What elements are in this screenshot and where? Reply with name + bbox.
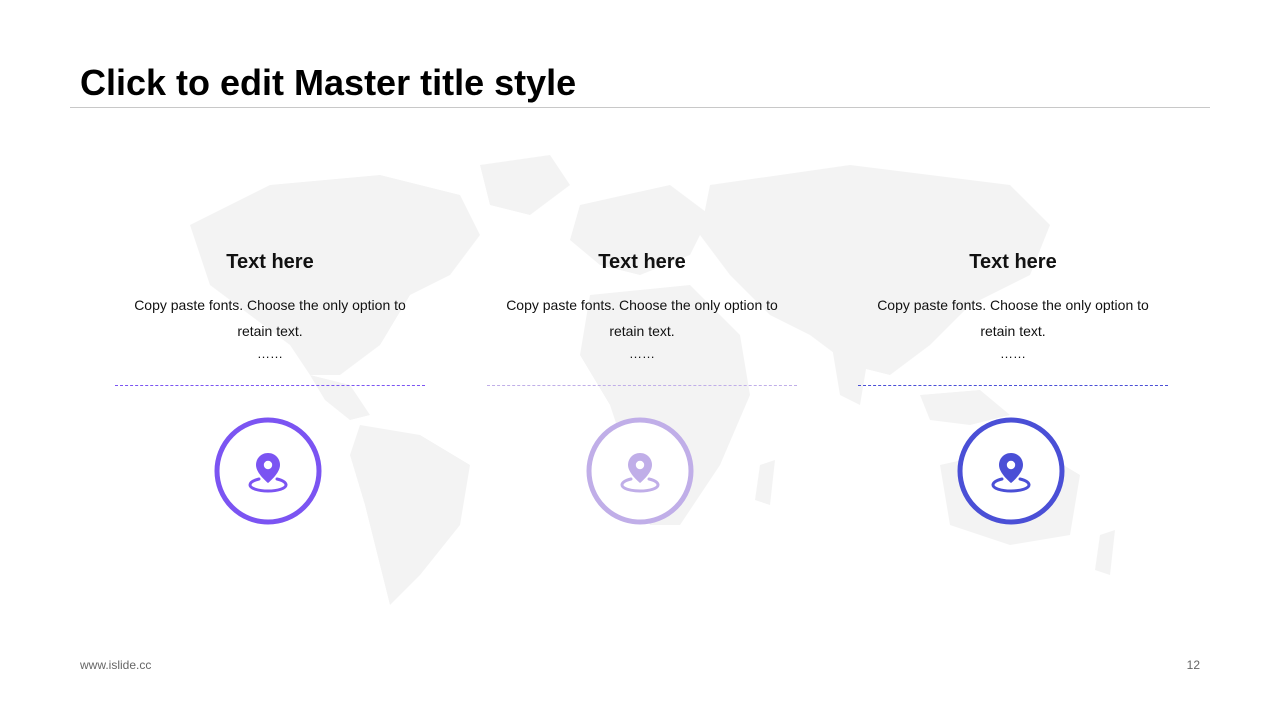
card-body-line: retain text. (980, 323, 1046, 339)
location-pin-icon (957, 417, 1065, 525)
card-body-line: Copy paste fonts. Choose the only option… (506, 297, 778, 313)
card-dashed-divider (487, 385, 797, 386)
location-pin-icon (214, 417, 322, 525)
card-body-line: retain text. (609, 323, 675, 339)
world-map-background (190, 155, 1115, 605)
card-dashed-divider (115, 385, 425, 386)
card-body-line: retain text. (237, 323, 303, 339)
card-ellipsis: …… (1000, 346, 1026, 361)
feature-card-2: Text here Copy paste fonts. Choose the o… (487, 248, 797, 525)
card-body: Copy paste fonts. Choose the only option… (115, 292, 425, 344)
card-body: Copy paste fonts. Choose the only option… (487, 292, 797, 344)
location-pin-icon (586, 417, 694, 525)
feature-card-3: Text here Copy paste fonts. Choose the o… (858, 248, 1168, 525)
card-heading: Text here (598, 251, 686, 273)
card-ellipsis: …… (257, 346, 283, 361)
feature-card-1: Text here Copy paste fonts. Choose the o… (115, 248, 425, 525)
card-body-line: Copy paste fonts. Choose the only option… (134, 297, 406, 313)
card-body: Copy paste fonts. Choose the only option… (858, 292, 1168, 344)
page-number: 12 (1186, 658, 1200, 672)
card-body-line: Copy paste fonts. Choose the only option… (877, 297, 1149, 313)
card-heading: Text here (969, 251, 1057, 273)
card-ellipsis: …… (629, 346, 655, 361)
title-divider (70, 107, 1210, 108)
slide-title: Click to edit Master title style (80, 62, 577, 103)
card-dashed-divider (858, 385, 1168, 386)
footer-website: www.islide.cc (80, 658, 152, 672)
card-heading: Text here (226, 251, 314, 273)
